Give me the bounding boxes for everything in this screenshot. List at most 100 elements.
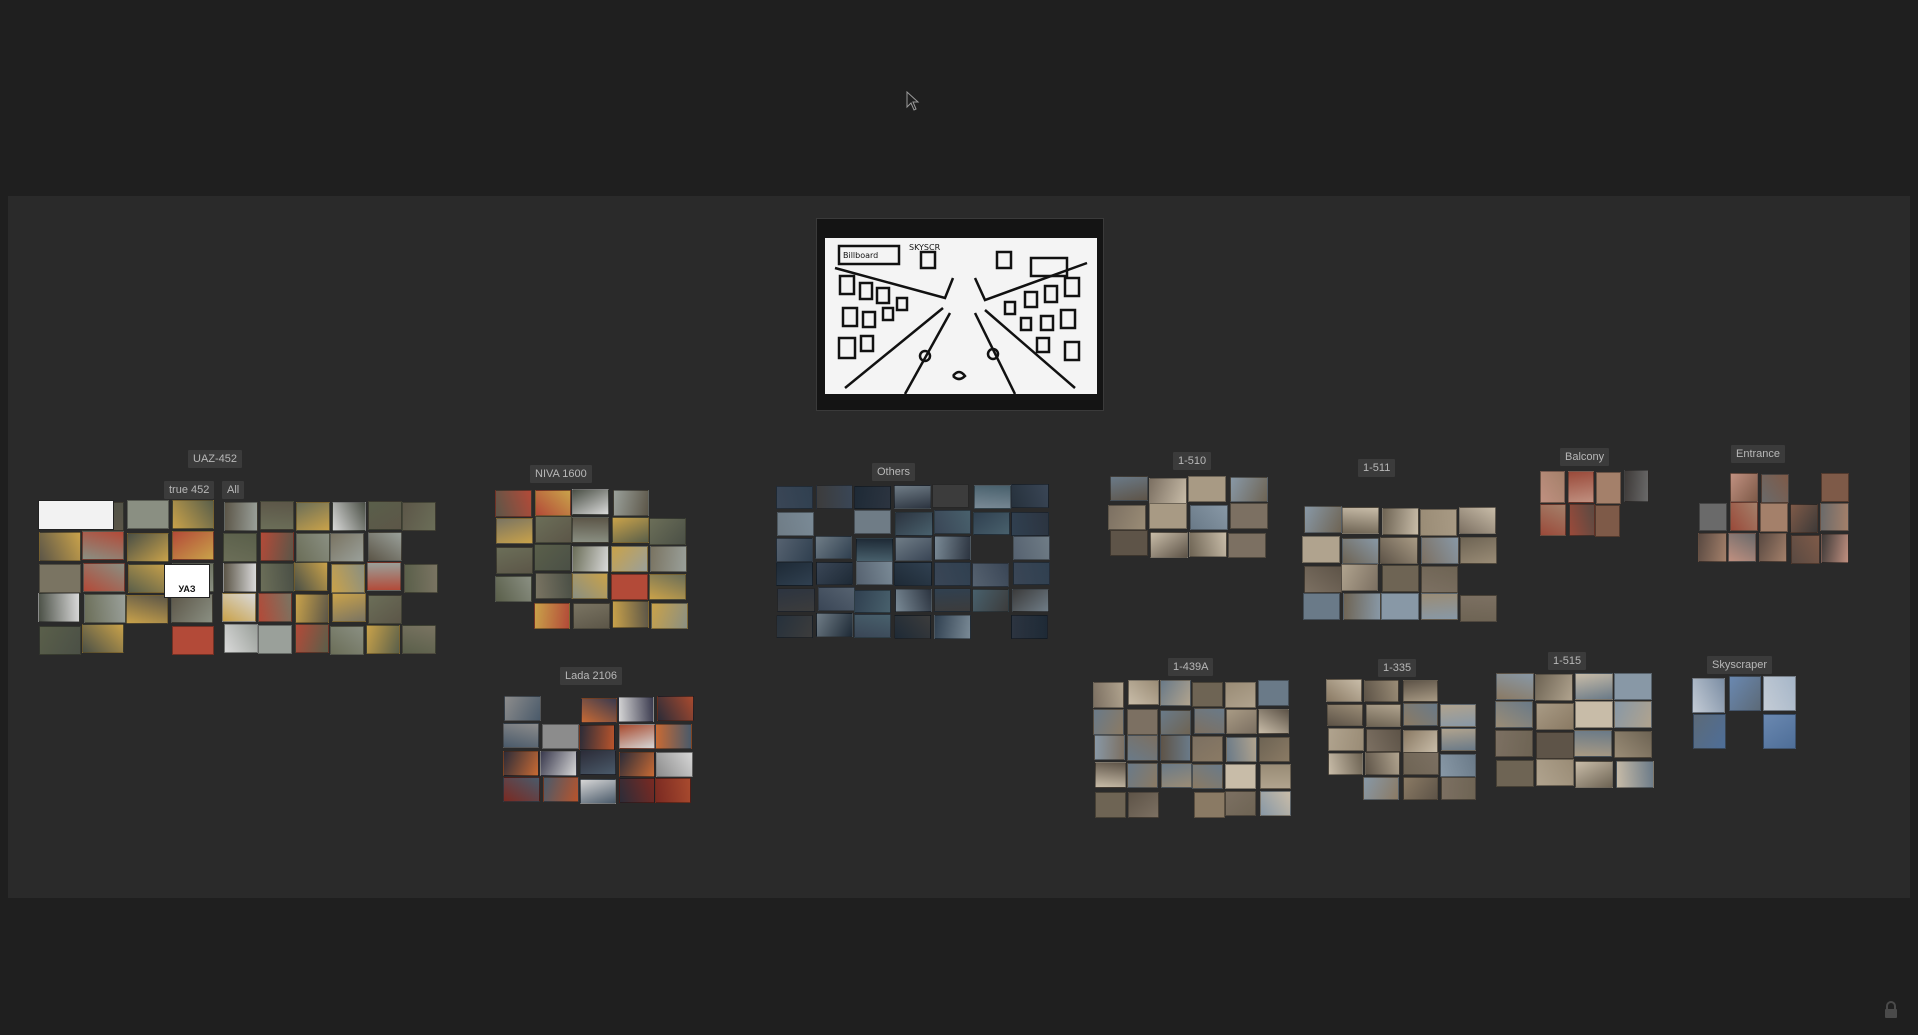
reference-thumbnail[interactable] [612,489,650,517]
group-label-uaz[interactable]: UAZ-452 [188,450,243,468]
reference-thumbnail[interactable] [618,752,656,778]
reference-thumbnail[interactable] [258,625,293,655]
reference-thumbnail[interactable] [171,594,214,624]
reference-thumbnail[interactable] [1302,535,1340,563]
reference-thumbnail[interactable] [580,697,618,723]
reference-thumbnail[interactable] [649,574,687,601]
reference-thumbnail[interactable] [1227,532,1266,558]
reference-thumbnail[interactable] [816,561,854,586]
reference-thumbnail[interactable] [933,509,971,534]
reference-thumbnail[interactable] [895,511,933,536]
reference-thumbnail[interactable] [1758,533,1788,563]
reference-thumbnail[interactable] [1327,703,1363,727]
reference-thumbnail[interactable] [1614,701,1653,729]
reference-thumbnail[interactable] [330,625,365,655]
reference-thumbnail[interactable] [579,778,617,804]
reference-thumbnail[interactable] [1092,708,1124,735]
reference-thumbnail[interactable] [1148,478,1187,504]
reference-thumbnail[interactable] [367,595,402,625]
reference-thumbnail[interactable] [1126,709,1158,735]
reference-thumbnail[interactable] [331,502,366,532]
group-label-1-335[interactable]: 1-335 [1378,659,1417,677]
reference-thumbnail[interactable] [578,725,616,751]
reference-thumbnail[interactable] [1127,734,1159,761]
group-label-1-439a[interactable]: 1-439A [1168,658,1214,676]
reference-thumbnail[interactable] [402,624,437,654]
reference-thumbnail[interactable] [38,563,81,593]
reference-thumbnail[interactable] [855,561,893,585]
reference-thumbnail[interactable] [534,516,572,543]
reference-thumbnail[interactable] [1327,752,1364,776]
reference-thumbnail[interactable] [1011,512,1049,536]
reference-thumbnail[interactable] [1789,504,1818,533]
reference-thumbnail[interactable] [1109,475,1148,502]
reference-thumbnail[interactable] [295,532,330,562]
reference-thumbnail[interactable] [854,485,892,510]
reference-thumbnail[interactable] [1568,471,1594,504]
reference-thumbnail[interactable] [1343,592,1381,620]
reference-thumbnail[interactable] [1160,709,1192,736]
reference-thumbnail[interactable] [1011,614,1049,639]
reference-thumbnail[interactable] [1402,702,1439,726]
reference-thumbnail[interactable] [1536,758,1575,786]
reference-thumbnail[interactable] [573,602,611,630]
reference-thumbnail[interactable] [1616,761,1655,789]
reference-thumbnail[interactable] [1225,763,1257,790]
reference-thumbnail[interactable] [775,485,813,510]
reference-thumbnail[interactable] [82,624,125,654]
reference-thumbnail[interactable] [1230,503,1269,529]
reference-thumbnail[interactable] [854,589,892,614]
reference-thumbnail[interactable] [534,489,572,516]
group-label-entrance[interactable]: Entrance [1731,445,1786,463]
reference-thumbnail[interactable] [612,601,650,628]
reference-thumbnail[interactable] [776,512,815,537]
reference-thumbnail[interactable] [82,563,125,593]
reference-thumbnail[interactable] [331,593,366,623]
reference-thumbnail[interactable] [817,586,855,611]
reference-thumbnail[interactable] [1496,673,1535,701]
reference-thumbnail[interactable] [1187,476,1226,502]
reference-thumbnail[interactable] [296,501,331,531]
reference-thumbnail[interactable] [1594,504,1621,537]
reference-thumbnail[interactable] [933,536,971,561]
group-label-uaz-all[interactable]: All [222,481,245,499]
reference-thumbnail[interactable] [1365,703,1402,727]
reference-thumbnail[interactable] [367,501,402,531]
reference-thumbnail[interactable] [1190,504,1229,530]
reference-thumbnail[interactable] [1328,728,1364,752]
reference-thumbnail[interactable] [1342,537,1380,565]
reference-thumbnail[interactable] [171,499,214,529]
reference-thumbnail[interactable] [1110,530,1149,556]
reference-thumbnail[interactable] [1259,736,1291,763]
street-sketch-image[interactable]: Billboard SKYSCR [816,218,1104,411]
reference-thumbnail[interactable] [1460,536,1498,564]
reference-thumbnail[interactable] [1613,731,1652,759]
group-label-1-510[interactable]: 1-510 [1173,452,1212,470]
reference-thumbnail[interactable] [542,777,579,803]
reference-thumbnail[interactable] [223,563,258,593]
reference-thumbnail[interactable] [1821,534,1850,563]
reference-thumbnail[interactable] [1128,679,1160,706]
reference-thumbnail[interactable] [1192,763,1224,790]
reference-thumbnail[interactable] [495,517,533,545]
reference-thumbnail[interactable] [224,502,259,532]
group-label-balcony[interactable]: Balcony [1560,448,1610,466]
reference-thumbnail[interactable] [1341,564,1379,591]
reference-thumbnail[interactable] [1159,680,1191,706]
reference-thumbnail[interactable] [127,500,170,530]
reference-thumbnail[interactable] [656,751,693,777]
reference-thumbnail[interactable] [649,546,687,573]
reference-thumbnail[interactable] [894,588,932,613]
reference-thumbnail[interactable] [125,595,168,625]
reference-thumbnail[interactable] [1614,672,1653,700]
reference-thumbnail[interactable] [1304,506,1342,534]
reference-thumbnail[interactable] [1693,713,1726,749]
reference-thumbnail[interactable] [1326,678,1362,702]
reference-thumbnail[interactable] [1496,759,1535,787]
reference-thumbnail[interactable] [1440,753,1476,777]
reference-thumbnail[interactable] [1381,564,1420,592]
reference-thumbnail[interactable] [1094,734,1126,761]
reference-thumbnail[interactable] [1440,704,1476,728]
reference-thumbnail[interactable] [1011,588,1049,613]
reference-thumbnail[interactable] [854,614,892,638]
